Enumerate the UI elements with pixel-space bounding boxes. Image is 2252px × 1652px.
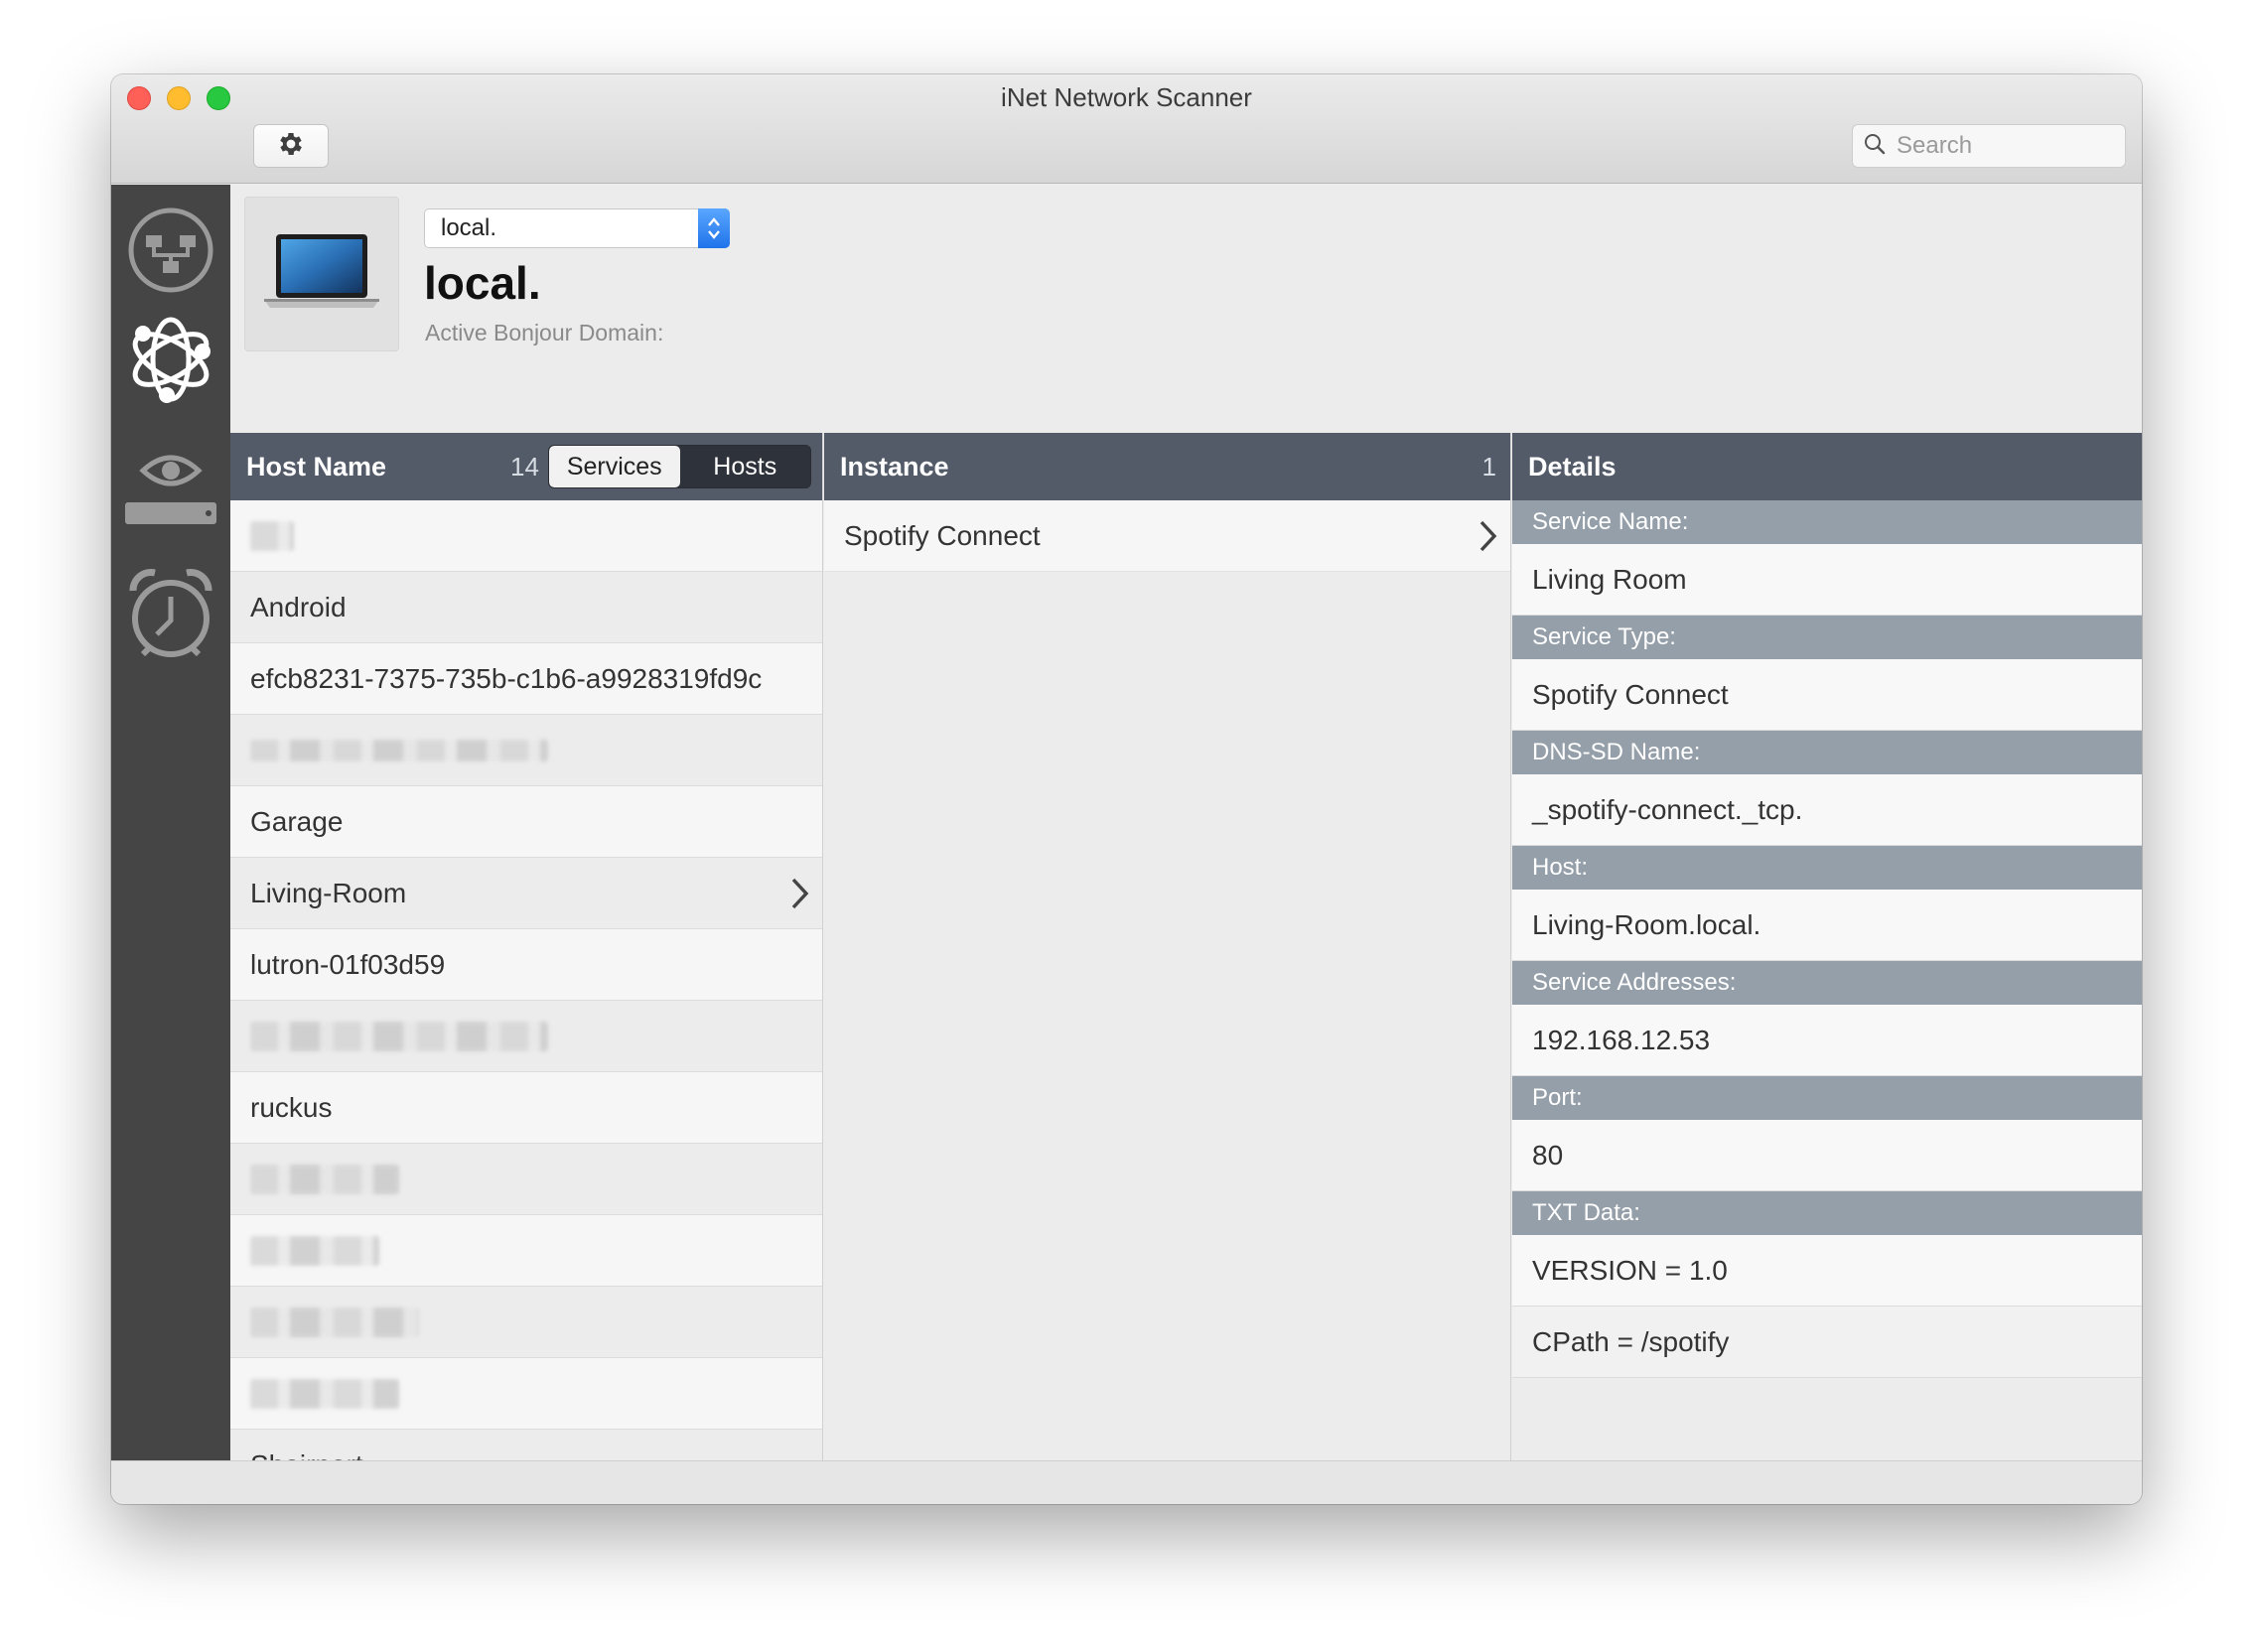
host-row[interactable]: lutron-01f03d59 [230, 929, 822, 1001]
redacted-text [250, 1235, 379, 1266]
instance-row-label: Spotify Connect [844, 519, 1041, 551]
host-row[interactable]: Android [230, 572, 822, 643]
search-icon [1863, 132, 1887, 161]
domain-subtitle: Active Bonjour Domain: [425, 320, 664, 345]
select-arrows-icon [698, 208, 730, 248]
settings-button[interactable] [253, 124, 329, 168]
details-header: Details [1512, 433, 2142, 500]
host-row[interactable] [230, 1001, 822, 1072]
detail-value: VERSION = 1.0 [1512, 1235, 2142, 1307]
title-bar: iNet Network Scanner [111, 74, 2142, 184]
sidebar-item-network[interactable] [121, 205, 220, 300]
detail-label: Service Type: [1512, 616, 2142, 659]
host-row[interactable] [230, 715, 822, 786]
host-row-label: Living-Room [250, 877, 407, 908]
host-row-label: efcb8231-7375-735b-c1b6-a9928319fd9c [250, 662, 763, 694]
host-list-header: Host Name 14 Services Hosts [230, 433, 822, 500]
host-row-label: Android [250, 591, 347, 622]
domain-title: local. [424, 257, 541, 309]
redacted-text [250, 739, 548, 761]
instance-count: 1 [1481, 451, 1496, 482]
monitor-icon [123, 441, 218, 535]
host-row-label: Shairport [250, 1449, 363, 1461]
detail-label: Port: [1512, 1076, 2142, 1120]
host-row[interactable] [230, 500, 822, 572]
detail-label: TXT Data: [1512, 1191, 2142, 1235]
instance-header: Instance 1 [824, 433, 1510, 500]
chevron-right-icon [1477, 518, 1500, 561]
detail-value: 80 [1512, 1120, 2142, 1191]
gear-icon [276, 129, 306, 164]
window-title: iNet Network Scanner [1001, 82, 1252, 112]
detail-value: Living-Room.local. [1512, 890, 2142, 961]
status-bar [111, 1460, 2142, 1504]
domain-select-value: local. [441, 214, 497, 241]
domain-header: local. local. Active Bonjour Domain: [230, 185, 2142, 433]
redacted-text [250, 1164, 399, 1194]
segment-services[interactable]: Services [549, 446, 680, 487]
detail-label: Service Addresses: [1512, 961, 2142, 1005]
laptop-icon [260, 230, 383, 319]
details-column: Details Service Name: Living Room Servic… [1512, 433, 2142, 1460]
host-count: 14 [510, 451, 539, 482]
alarm-clock-icon [125, 567, 216, 667]
redacted-text [250, 1021, 548, 1051]
detail-label: DNS-SD Name: [1512, 731, 2142, 774]
host-row[interactable] [230, 1358, 822, 1430]
detail-value: Living Room [1512, 544, 2142, 616]
detail-label: Service Name: [1512, 500, 2142, 544]
detail-value: CPath = /spotify [1512, 1307, 2142, 1378]
host-row[interactable] [230, 1215, 822, 1287]
search-field[interactable] [1852, 124, 2126, 168]
detail-value: Spotify Connect [1512, 659, 2142, 731]
host-row-selected[interactable]: Living-Room [230, 858, 822, 929]
redacted-text [250, 520, 294, 551]
details-column-title: Details [1528, 451, 1617, 482]
host-name-column-title: Host Name [246, 451, 387, 482]
host-row[interactable]: efcb8231-7375-735b-c1b6-a9928319fd9c [230, 643, 822, 715]
detail-value: 192.168.12.53 [1512, 1005, 2142, 1076]
redacted-text [250, 1307, 419, 1337]
instance-column: Instance 1 Spotify Connect [824, 433, 1511, 1460]
host-row-label: ruckus [250, 1091, 333, 1123]
host-row-label: Garage [250, 805, 344, 837]
sidebar [111, 185, 230, 1460]
app-window: iNet Network Scanner Search local. local… [111, 74, 2142, 1504]
view-segmented-control[interactable]: Services Hosts [548, 445, 811, 488]
search-input[interactable] [1897, 132, 2115, 160]
chevron-right-icon [788, 876, 812, 918]
host-row[interactable] [230, 1144, 822, 1215]
sidebar-item-monitor[interactable] [121, 433, 220, 542]
host-row[interactable]: ruckus [230, 1072, 822, 1144]
bonjour-icon [123, 312, 218, 412]
host-row[interactable] [230, 1287, 822, 1358]
host-list-column: Host Name 14 Services Hosts Android efcb… [230, 433, 823, 1460]
domain-select[interactable]: local. [424, 208, 730, 248]
instance-row[interactable]: Spotify Connect [824, 500, 1510, 572]
host-image [244, 197, 399, 351]
sidebar-item-bonjour[interactable] [121, 312, 220, 411]
redacted-text [250, 1378, 399, 1409]
sidebar-item-alarm[interactable] [121, 562, 220, 671]
host-row-label: lutron-01f03d59 [250, 948, 446, 980]
host-row[interactable]: Garage [230, 786, 822, 858]
host-row[interactable]: Shairport [230, 1430, 822, 1460]
detail-label: Host: [1512, 846, 2142, 890]
instance-column-title: Instance [840, 451, 949, 482]
segment-hosts[interactable]: Hosts [680, 446, 811, 487]
detail-value: _spotify-connect._tcp. [1512, 774, 2142, 846]
network-icon [126, 206, 215, 300]
